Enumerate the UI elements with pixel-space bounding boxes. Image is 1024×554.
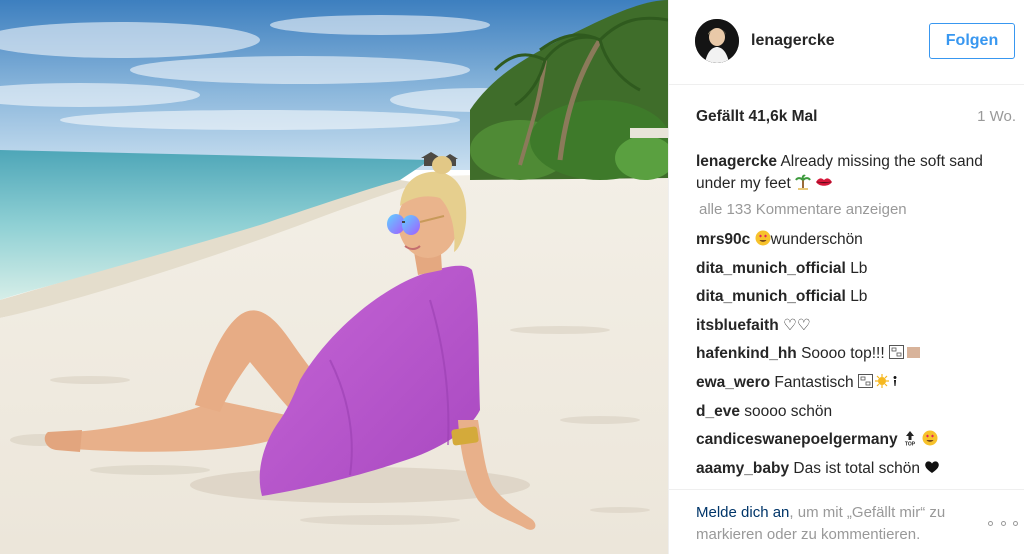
- comment-item: dita_munich_official Lb: [696, 286, 1016, 315]
- smiling-heart-eyes-emoji-icon: [922, 430, 938, 453]
- top-arrow-emoji-icon: TOP: [902, 430, 918, 453]
- palm-tree-emoji-icon: [795, 174, 811, 197]
- comment-item: aaamy_baby Das ist total schön: [696, 458, 1016, 487]
- smiling-heart-eyes-emoji-icon: [755, 230, 771, 253]
- view-all-comments-link[interactable]: alle 133 Kommentare anzeigen: [699, 201, 907, 218]
- comment-username[interactable]: mrs90c: [696, 231, 750, 248]
- post-footer: Melde dich an, um mit „Gefällt mir“ zu m…: [669, 489, 1024, 554]
- comment-text: soooo schön: [744, 402, 833, 420]
- missing-glyph-sun-emoji-icon: [858, 373, 900, 396]
- post-photo[interactable]: [0, 0, 668, 554]
- comment-username[interactable]: itsbluefaith: [696, 317, 779, 334]
- likes-row: Gefällt 41,6k Mal 1 Wo.: [696, 108, 1016, 130]
- comment-item: ewa_wero Fantastisch: [696, 372, 1016, 401]
- comment-username[interactable]: ewa_wero: [696, 374, 770, 391]
- post-side-panel: lenagercke Folgen Gefällt 41,6k Mal 1 Wo…: [668, 0, 1024, 554]
- likes-count[interactable]: Gefällt 41,6k Mal: [696, 108, 817, 126]
- comment-item: candiceswanepoelgermany TOP: [696, 429, 1016, 458]
- post-header: lenagercke Folgen: [669, 0, 1024, 85]
- missing-glyph-emoji-icon: [888, 344, 923, 367]
- login-prompt: Melde dich an, um mit „Gefällt mir“ zu m…: [696, 502, 986, 546]
- comment-username[interactable]: aaamy_baby: [696, 460, 789, 477]
- comment-username[interactable]: hafenkind_hh: [696, 345, 797, 362]
- post-author-username[interactable]: lenagercke: [751, 32, 835, 50]
- comment-text: Lb: [850, 288, 868, 306]
- comment-item: mrs90c wunderschön: [696, 229, 1016, 258]
- svg-text:TOP: TOP: [905, 442, 916, 447]
- more-dot-icon: [1013, 520, 1018, 526]
- more-options-button[interactable]: [988, 516, 1018, 530]
- comment-username[interactable]: d_eve: [696, 403, 740, 420]
- comment-text: Fantastisch: [774, 373, 854, 391]
- comment-text: ♡♡: [782, 316, 811, 334]
- login-link[interactable]: Melde dich an: [696, 504, 789, 521]
- comment-text: wunderschön: [770, 231, 863, 248]
- black-heart-emoji-icon: [924, 459, 940, 482]
- post-caption: lenagercke Already missing the soft sand…: [696, 151, 996, 197]
- comment-username[interactable]: dita_munich_official: [696, 288, 846, 305]
- follow-button[interactable]: Folgen: [929, 23, 1015, 59]
- comment-item: dita_munich_official Lb: [696, 258, 1016, 287]
- comment-text: Lb: [850, 259, 868, 277]
- comment-list: mrs90c wunderschön dita_munich_official …: [696, 229, 1016, 486]
- comment-item: itsbluefaith ♡♡: [696, 315, 1016, 344]
- avatar[interactable]: [695, 19, 739, 63]
- comment-item: d_eve soooo schön: [696, 401, 1016, 430]
- more-dot-icon: [988, 520, 993, 526]
- comment-text: Das ist total schön: [793, 459, 921, 477]
- comment-item: hafenkind_hh Soooo top!!!: [696, 343, 1016, 372]
- kiss-lips-emoji-icon: [815, 174, 833, 197]
- post-timestamp[interactable]: 1 Wo.: [977, 108, 1016, 125]
- instagram-post: lenagercke Folgen Gefällt 41,6k Mal 1 Wo…: [0, 0, 1024, 554]
- comment-text: Soooo top!!!: [801, 345, 885, 363]
- caption-username[interactable]: lenagercke: [696, 153, 777, 170]
- comment-username[interactable]: dita_munich_official: [696, 260, 846, 277]
- comment-username[interactable]: candiceswanepoelgermany: [696, 431, 898, 448]
- more-dot-icon: [1000, 520, 1006, 526]
